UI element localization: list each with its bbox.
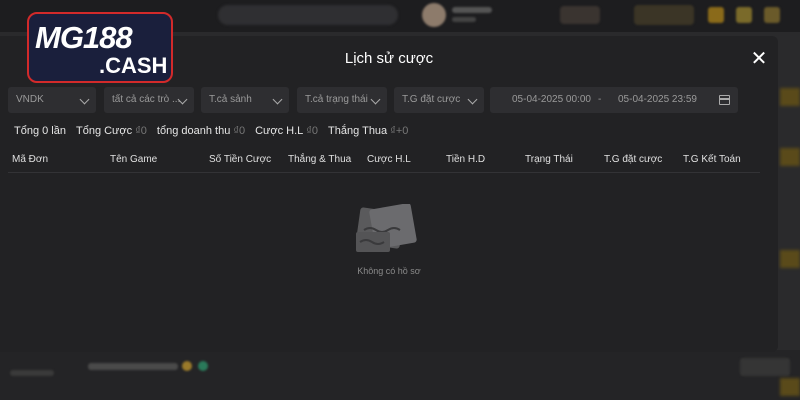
column-header-game-name: Tên Game: [110, 154, 158, 165]
column-header-bet-time: T.G đặt cược: [604, 154, 663, 165]
close-button[interactable]: ✕: [748, 48, 770, 70]
date-separator: -: [598, 94, 602, 105]
background-deposit-button: [634, 5, 694, 25]
chevron-down-icon: [370, 94, 381, 105]
background-side-tab: [780, 378, 800, 396]
background-avatar: [422, 3, 446, 27]
logo-text-top: MG188: [35, 20, 133, 55]
background-bottom-left: [10, 370, 54, 376]
background-bottom-dot: [182, 361, 192, 371]
chevron-down-icon: [79, 94, 90, 105]
column-header-settle-time: T.G Kết Toán: [683, 154, 741, 165]
currency-select-value: VNDK: [16, 94, 44, 105]
background-bottom-bar: [0, 350, 800, 400]
calendar-icon: [719, 95, 730, 105]
bet-history-modal: Lịch sử cược ✕ VNDK tất cả các trò ... T…: [0, 36, 778, 352]
background-bottom-right: [740, 358, 790, 376]
date-range-picker[interactable]: 05-04-2025 00:00 - 05-04-2025 23:59: [490, 87, 738, 113]
column-header-order-id: Mã Đơn: [12, 154, 49, 165]
summary-valid-value: ₫0: [306, 125, 319, 137]
background-search-input: [218, 5, 398, 25]
background-message-icon: [736, 7, 752, 23]
column-header-status: Trạng Thái: [525, 154, 573, 165]
summary-bar: Tổng 0 lần Tổng Cược ₫0 tổng doanh thu ₫0 …: [14, 125, 408, 141]
status-select[interactable]: T.cả trạng thái: [297, 87, 387, 113]
background-username: [452, 7, 492, 13]
summary-revenue-label: tổng doanh thu: [156, 125, 231, 137]
summary-winlose-value: ₫+0: [390, 125, 409, 137]
empty-records-icon: [356, 204, 417, 252]
bet-time-select[interactable]: T.G đặt cược: [394, 87, 484, 113]
game-select-value: tất cả các trò ...: [112, 94, 181, 105]
lobby-select-value: T.cả sảnh: [209, 94, 252, 105]
background-side-tab: [780, 88, 800, 106]
background-side-tab: [780, 148, 800, 166]
empty-records-text: Không có hồ sơ: [357, 266, 421, 276]
background-user-sub: [452, 17, 476, 22]
background-balance: [560, 6, 600, 24]
summary-total: Tổng 0 lần: [14, 125, 66, 137]
column-header-win-lose: Thắng & Thua: [288, 154, 352, 165]
summary-bet-label: Tổng Cược: [75, 125, 133, 137]
logo-text-bottom: .CASH: [99, 53, 168, 78]
column-header-valid-bet: Cược H.L: [367, 154, 411, 165]
table-header: Mã Đơn Tên Game Số Tiền Cược Thắng & Thu…: [0, 151, 778, 171]
chevron-down-icon: [467, 94, 478, 105]
summary-bet-value: ₫0: [135, 125, 147, 137]
lobby-select[interactable]: T.cả sảnh: [201, 87, 289, 113]
summary-revenue-value: ₫0: [233, 125, 246, 137]
summary-winlose: Thắng Thua ₫+0: [328, 125, 408, 141]
chevron-down-icon: [272, 94, 283, 105]
brand-logo[interactable]: MG188 .CASH: [27, 12, 173, 83]
status-select-value: T.cả trạng thái: [305, 94, 368, 105]
column-header-bet-amount: Số Tiền Cược: [209, 154, 272, 165]
game-select[interactable]: tất cả các trò ...: [104, 87, 194, 113]
summary-winlose-label: Thắng Thua: [328, 125, 388, 137]
bet-time-select-value: T.G đặt cược: [402, 94, 461, 105]
table-header-divider: [8, 172, 760, 173]
filter-bar: VNDK tất cả các trò ... T.cả sảnh T.cả t…: [8, 87, 768, 113]
summary-valid: Cược H.L ₫0: [255, 125, 318, 141]
currency-select[interactable]: VNDK: [8, 87, 96, 113]
background-gift-icon: [708, 7, 724, 23]
summary-bet: Tổng Cược ₫0: [76, 125, 147, 141]
date-start: 05-04-2025 00:00: [512, 94, 591, 105]
column-header-refund: Tiền H.D: [446, 154, 486, 165]
background-bottom-dot: [198, 361, 208, 371]
background-side-tab: [780, 250, 800, 268]
summary-valid-label: Cược H.L: [255, 125, 304, 137]
background-menu-icon: [764, 7, 780, 23]
summary-revenue: tổng doanh thu ₫0: [157, 125, 245, 141]
date-end: 05-04-2025 23:59: [618, 94, 697, 105]
background-bottom-text: [88, 363, 178, 370]
